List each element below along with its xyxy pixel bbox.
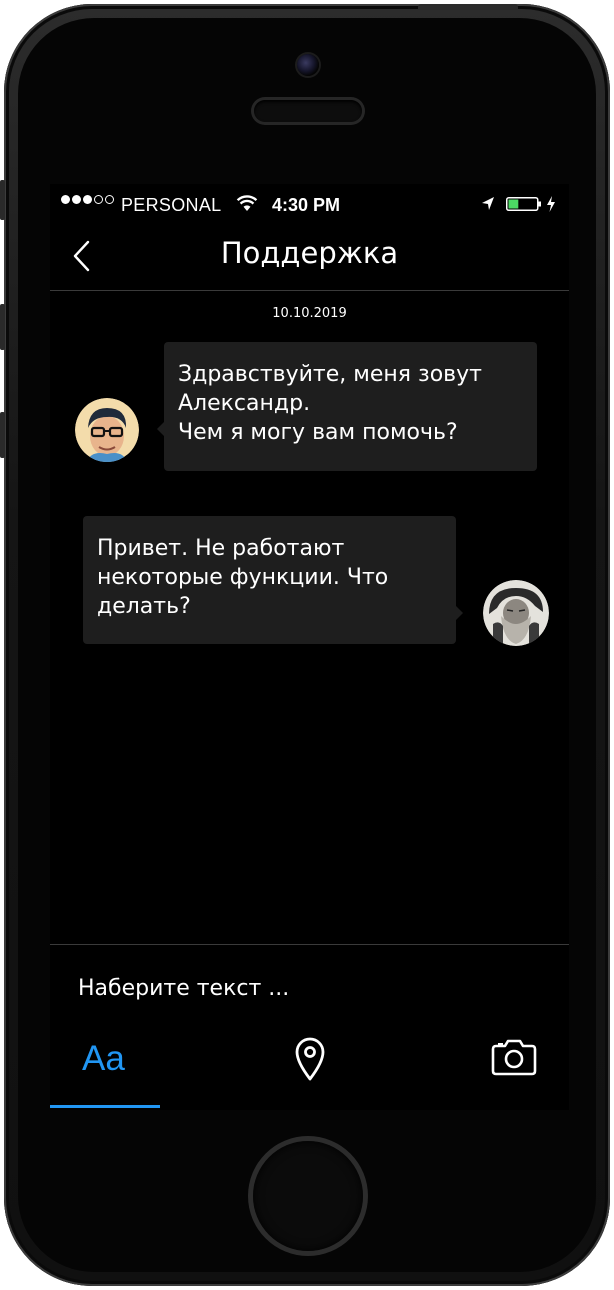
battery-icon (506, 197, 541, 211)
user-message-bubble: Привет. Не работают некоторые функции. Ч… (83, 516, 456, 644)
camera-button[interactable] (490, 1035, 538, 1110)
power-button (418, 4, 518, 10)
message-line: Александр. (178, 391, 311, 416)
status-bar: PERSONAL 4:30 PM (50, 192, 569, 216)
user-avatar (483, 580, 549, 646)
chat-date: 10.10.2019 (272, 306, 347, 321)
message-line: Чем я могу вам помочь? (178, 420, 458, 445)
message-line: Здравствуйте, меня зовут (178, 362, 482, 387)
bubble-tail (456, 606, 463, 620)
bubble-tail (157, 422, 164, 436)
message-line: Привет. Не работают (97, 536, 345, 561)
active-tab-indicator (50, 1105, 160, 1108)
location-arrow-icon (482, 197, 494, 210)
support-message-bubble: Здравствуйте, меня зовут Александр. Чем … (164, 342, 537, 471)
location-button[interactable] (290, 1035, 330, 1110)
phone-screen: PERSONAL 4:30 PM Поддержка 10.10.2019 Зд… (50, 184, 569, 1110)
composer-toolbar: Aa (50, 1035, 569, 1110)
message-input[interactable] (78, 971, 538, 1005)
front-camera (297, 54, 319, 76)
mute-switch (0, 180, 5, 220)
signal-strength-icon (61, 195, 114, 204)
home-button[interactable] (253, 1141, 363, 1251)
camera-icon (491, 1039, 537, 1076)
charging-bolt-icon (547, 196, 555, 212)
wifi-icon (236, 195, 258, 211)
text-tool-label: Aa (82, 1039, 125, 1078)
volume-down-button (0, 412, 5, 458)
volume-up-button (0, 304, 5, 350)
carrier-name: PERSONAL (121, 195, 222, 215)
earpiece-speaker (254, 100, 362, 122)
text-tool-button[interactable]: Aa (50, 1035, 160, 1110)
navigation-bar: Поддержка (50, 226, 569, 291)
page-title: Поддержка (220, 236, 399, 270)
message-line: некоторые функции. Что (97, 565, 389, 590)
map-pin-icon (295, 1037, 325, 1081)
composer: Aa (50, 944, 569, 1110)
status-time: 4:30 PM (272, 195, 341, 215)
support-avatar (75, 398, 139, 462)
message-line: делать? (97, 594, 191, 619)
